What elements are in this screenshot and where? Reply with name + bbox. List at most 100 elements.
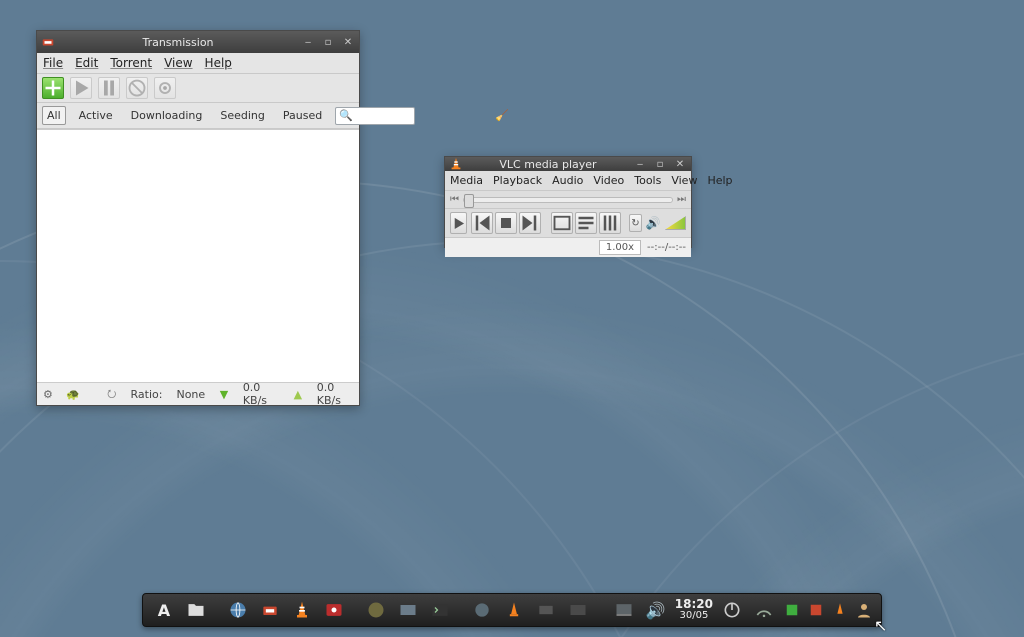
web-browser-icon[interactable] xyxy=(225,597,251,623)
menu-tools[interactable]: Tools xyxy=(634,174,661,187)
anarchy-menu-icon[interactable]: A xyxy=(151,597,177,623)
menu-view[interactable]: View xyxy=(671,174,697,187)
volume-icon[interactable]: 🔊 xyxy=(643,597,669,623)
vlc-statusbar: 1.00x --:--/--:-- xyxy=(445,237,691,257)
menu-playback[interactable]: Playback xyxy=(493,174,542,187)
download-arrow-icon: ▼ xyxy=(219,388,229,400)
vlc-dock-icon[interactable] xyxy=(289,597,315,623)
vlc-cone-icon xyxy=(449,157,463,171)
mute-icon[interactable]: 🔊 xyxy=(646,216,661,230)
vlc-title: VLC media player xyxy=(469,158,627,171)
playlist-button[interactable] xyxy=(575,212,597,234)
playback-speed[interactable]: 1.00x xyxy=(599,240,641,255)
vlc-seekbar[interactable] xyxy=(463,197,673,203)
filter-downloading[interactable]: Downloading xyxy=(126,106,208,125)
transmission-dock-icon[interactable] xyxy=(257,597,283,623)
clear-search-icon[interactable]: 🧹 xyxy=(495,109,509,122)
ratio-icon: ⭮ xyxy=(107,388,117,400)
vlc-titlebar[interactable]: VLC media player ‒ ▫ ✕ xyxy=(445,157,691,171)
running-app-terminal-icon[interactable] xyxy=(427,597,453,623)
extended-settings-button[interactable] xyxy=(599,212,621,234)
transmission-filterbar: All Active Downloading Seeding Paused 🔍 … xyxy=(37,103,359,129)
running-app-4-icon[interactable] xyxy=(565,597,591,623)
ratio-label: Ratio: xyxy=(131,388,163,401)
clock-date: 30/05 xyxy=(675,610,713,621)
fullscreen-button[interactable] xyxy=(551,212,573,234)
running-app-files-icon[interactable] xyxy=(395,597,421,623)
mouse-cursor-icon: ↖ xyxy=(874,616,887,635)
file-manager-icon[interactable] xyxy=(183,597,209,623)
upload-arrow-icon: ▲ xyxy=(293,388,303,400)
transmission-icon xyxy=(41,35,55,49)
menu-help[interactable]: Help xyxy=(707,174,732,187)
clock-widget[interactable]: 18:20 30/05 xyxy=(675,599,713,621)
recorder-tray-icon[interactable] xyxy=(807,597,825,623)
power-icon[interactable] xyxy=(719,597,745,623)
filter-paused[interactable]: Paused xyxy=(278,106,327,125)
settings-icon[interactable]: ⚙ xyxy=(43,388,53,400)
transmission-window[interactable]: Transmission ‒ ▫ ✕ File Edit Torrent Vie… xyxy=(36,30,360,406)
stop-button[interactable] xyxy=(495,212,517,234)
user-tray-icon[interactable] xyxy=(855,597,873,623)
update-tray-icon[interactable] xyxy=(783,597,801,623)
menu-file[interactable]: File xyxy=(43,56,63,70)
search-icon: 🔍 xyxy=(339,109,353,122)
turtle-mode-icon[interactable]: 🐢 xyxy=(67,388,79,400)
minimize-button[interactable]: ‒ xyxy=(633,157,647,171)
properties-button[interactable] xyxy=(154,77,176,99)
next-button[interactable] xyxy=(519,212,541,234)
remove-button[interactable] xyxy=(126,77,148,99)
running-vlc-icon[interactable] xyxy=(501,597,527,623)
menu-audio[interactable]: Audio xyxy=(552,174,583,187)
clock-time: 18:20 xyxy=(675,599,713,610)
previous-button[interactable] xyxy=(471,212,493,234)
running-app-browser-icon[interactable] xyxy=(363,597,389,623)
transmission-search-input[interactable] xyxy=(353,110,495,122)
vlc-tray-icon[interactable] xyxy=(831,597,849,623)
vlc-seekbar-row: ⏮ ⏭ xyxy=(445,191,691,209)
play-button[interactable] xyxy=(450,212,467,234)
add-torrent-button[interactable] xyxy=(42,77,64,99)
vlc-menubar: Media Playback Audio Video Tools View He… xyxy=(445,171,691,191)
transmission-toolbar xyxy=(37,74,359,103)
taskbar-dock[interactable]: A 🔊 18:20 30/05 xyxy=(142,593,882,627)
minimize-button[interactable]: ‒ xyxy=(301,35,315,49)
time-display: --:--/--:-- xyxy=(647,242,686,253)
transmission-titlebar[interactable]: Transmission ‒ ▫ ✕ xyxy=(37,31,359,53)
menu-edit[interactable]: Edit xyxy=(75,56,98,70)
torrent-list-area[interactable] xyxy=(37,129,359,383)
start-button[interactable] xyxy=(70,77,92,99)
transmission-menubar: File Edit Torrent View Help xyxy=(37,53,359,74)
menu-view[interactable]: View xyxy=(164,56,192,70)
maximize-button[interactable]: ▫ xyxy=(653,157,667,171)
vlc-controls: ↻ 🔊 xyxy=(445,209,691,237)
download-speed: 0.0 KB/s xyxy=(243,381,279,407)
network-tray-icon[interactable] xyxy=(751,597,777,623)
transmission-statusbar: ⚙ 🐢 ⭮ Ratio: None ▼ 0.0 KB/s ▲ 0.0 KB/s xyxy=(37,383,359,405)
running-app-2-icon[interactable] xyxy=(469,597,495,623)
close-button[interactable]: ✕ xyxy=(673,157,687,171)
close-button[interactable]: ✕ xyxy=(341,35,355,49)
vlc-window[interactable]: VLC media player ‒ ▫ ✕ Media Playback Au… xyxy=(444,156,692,248)
menu-help[interactable]: Help xyxy=(205,56,232,70)
next-chapter-icon[interactable]: ⏭ xyxy=(677,194,686,205)
transmission-search[interactable]: 🔍 🧹 xyxy=(335,107,415,125)
transmission-title: Transmission xyxy=(61,36,295,49)
menu-media[interactable]: Media xyxy=(450,174,483,187)
upload-speed: 0.0 KB/s xyxy=(317,381,353,407)
pause-button[interactable] xyxy=(98,77,120,99)
filter-all[interactable]: All xyxy=(42,106,66,125)
menu-torrent[interactable]: Torrent xyxy=(110,56,152,70)
seek-knob[interactable] xyxy=(464,194,474,208)
ratio-value: None xyxy=(176,388,205,401)
volume-slider[interactable] xyxy=(665,216,687,230)
filter-seeding[interactable]: Seeding xyxy=(215,106,270,125)
loop-button[interactable]: ↻ xyxy=(629,214,641,232)
screen-recorder-icon[interactable] xyxy=(321,597,347,623)
running-app-3-icon[interactable] xyxy=(533,597,559,623)
prev-chapter-icon[interactable]: ⏮ xyxy=(450,194,459,205)
show-desktop-icon[interactable] xyxy=(611,597,637,623)
menu-video[interactable]: Video xyxy=(593,174,624,187)
filter-active[interactable]: Active xyxy=(74,106,118,125)
maximize-button[interactable]: ▫ xyxy=(321,35,335,49)
